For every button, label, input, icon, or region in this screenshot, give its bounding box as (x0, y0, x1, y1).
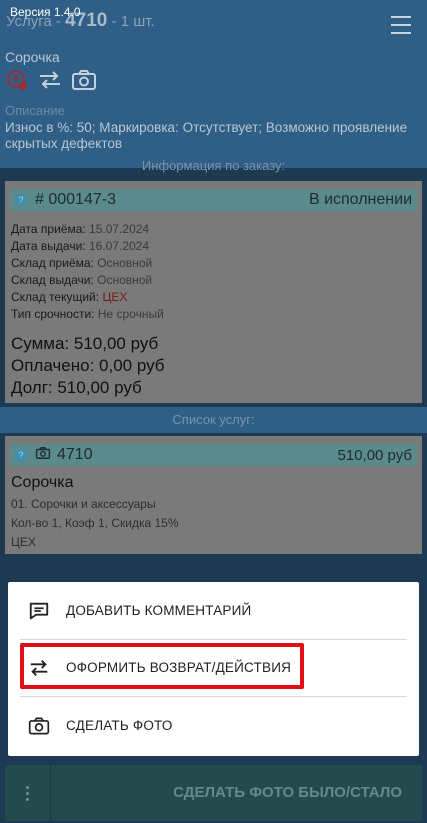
version-label: Версия 1.4.0 (10, 5, 81, 19)
order-number: # 000147-3 (35, 191, 116, 208)
service-details: 01. Сорочки и аксессуары Кол-во 1, Коэф … (11, 495, 178, 552)
item-icon-row (5, 68, 97, 92)
camera-icon[interactable] (71, 68, 97, 92)
order-field: Склад текущий: ЦЕХ (11, 290, 128, 304)
service-code: 4710 (57, 446, 93, 463)
bottom-action-bar: СДЕЛАТЬ ФОТО БЫЛО/СТАЛО (5, 765, 422, 821)
swap-icon[interactable] (37, 68, 63, 92)
service-card[interactable]: ? 4710 510,00 руб Сорочка 01. Сорочки и … (5, 436, 422, 554)
order-debt: Долг: 510,00 руб (11, 378, 142, 397)
take-photo-label: СДЕЛАТЬ ФОТО (66, 718, 173, 733)
order-field: Склад приёма: Основной (11, 256, 153, 270)
highlight-box (20, 643, 304, 689)
order-status: В исполнении (308, 191, 412, 208)
order-field: Склад выдачи: Основной (11, 273, 153, 287)
order-field: Дата приёма: 15.07.2024 (11, 222, 150, 236)
service-name: Сорочка (11, 474, 74, 491)
service-location: ЦЕХ (11, 535, 36, 549)
more-vertical-icon[interactable] (5, 765, 51, 821)
order-info-heading: Информация по заказу: (141, 158, 286, 173)
item-name: Сорочка (5, 49, 60, 65)
small-camera-icon (35, 446, 51, 465)
add-comment-label: ДОБАВИТЬ КОММЕНТАРИЙ (66, 603, 252, 618)
order-totals: Сумма: 510,00 руб Оплачено: 0,00 руб Дол… (11, 333, 165, 399)
description-label: Описание (5, 103, 65, 118)
alert-tag-icon[interactable] (5, 68, 29, 92)
info-icon: ? (15, 194, 27, 206)
actions-bottom-sheet: ДОБАВИТЬ КОММЕНТАРИЙ ОФОРМИТЬ ВОЗВРАТ/ДЕ… (8, 582, 419, 756)
order-field: Дата выдачи: 16.07.2024 (11, 239, 150, 253)
before-after-photo-button[interactable]: СДЕЛАТЬ ФОТО БЫЛО/СТАЛО (52, 765, 422, 821)
order-sum: Сумма: 510,00 руб (11, 334, 159, 353)
order-badge-row: ? # 000147-3 В исполнении (10, 189, 417, 211)
order-field: Тип срочности: Не срочный (11, 307, 164, 321)
service-price: 510,00 руб (337, 446, 412, 464)
take-photo-item[interactable]: СДЕЛАТЬ ФОТО (8, 697, 419, 754)
service-params: Кол-во 1, Коэф 1, Скидка 15% (11, 516, 179, 530)
service-badge-row: ? 4710 510,00 руб (10, 444, 417, 466)
menu-icon[interactable] (391, 16, 411, 34)
comment-icon (29, 602, 49, 619)
services-heading: Список услуг: (0, 407, 427, 433)
order-details: Дата приёма: 15.07.2024 Дата выдачи: 16.… (11, 221, 164, 323)
order-paid: Оплачено: 0,00 руб (11, 356, 165, 375)
order-card[interactable]: ? # 000147-3 В исполнении Дата приёма: 1… (5, 181, 422, 403)
add-comment-item[interactable]: ДОБАВИТЬ КОММЕНТАРИЙ (8, 582, 419, 639)
description-text: Износ в %: 50; Маркировка: Отсутствует; … (5, 120, 408, 151)
camera-icon (28, 717, 50, 734)
service-qty: - 1 шт. (107, 13, 155, 30)
service-category: 01. Сорочки и аксессуары (11, 497, 156, 511)
app-header: Услуга - 4710 - 1 шт. Версия 1.4.0 Сороч… (0, 0, 427, 173)
info-icon: ? (15, 449, 27, 461)
